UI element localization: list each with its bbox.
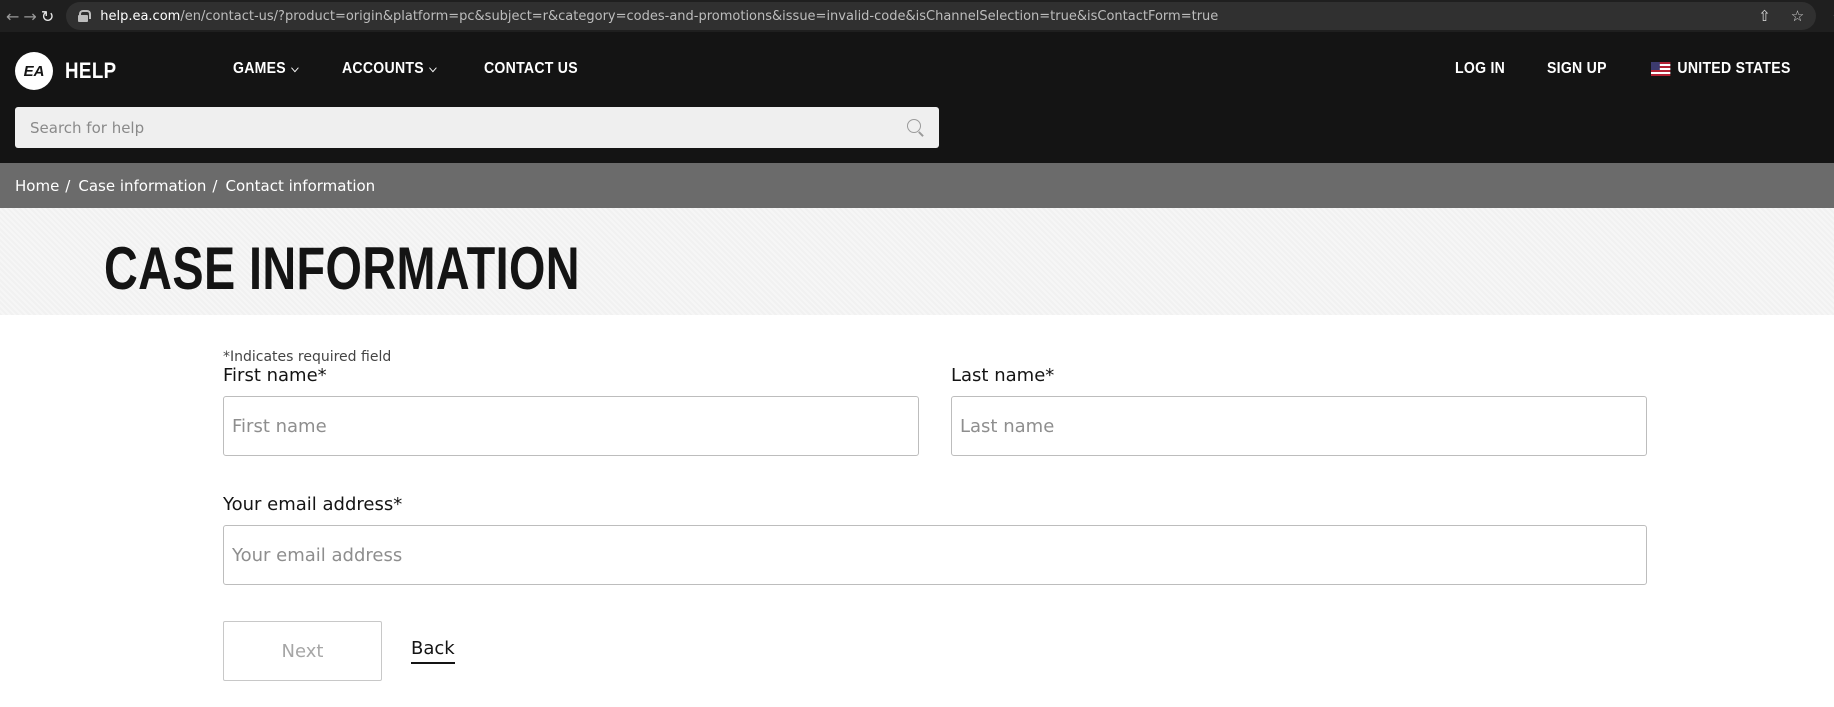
- first-name-group: First name*: [223, 365, 919, 456]
- chevron-down-icon: ⌵: [429, 62, 437, 75]
- breadcrumb: Home / Case information / Contact inform…: [0, 163, 1834, 208]
- forward-arrow-icon[interactable]: →: [23, 5, 36, 27]
- search-icon[interactable]: [907, 119, 924, 136]
- email-label: Your email address*: [223, 494, 403, 515]
- browser-toolbar: ← → ↻ help.ea.com /en/contact-us/?produc…: [0, 0, 1834, 32]
- reload-icon[interactable]: ↻: [41, 5, 54, 27]
- first-name-label: First name*: [223, 365, 327, 386]
- breadcrumb-separator: /: [65, 176, 71, 195]
- region-selector[interactable]: UNITED STATES: [1651, 60, 1791, 78]
- main-nav: GAMES ⌵ ACCOUNTS ⌵ CONTACT US: [233, 60, 590, 78]
- last-name-label: Last name*: [951, 365, 1055, 386]
- first-name-field[interactable]: [223, 396, 919, 456]
- nav-accounts[interactable]: ACCOUNTS ⌵: [342, 60, 437, 78]
- us-flag-icon: [1651, 62, 1671, 76]
- bookmark-star-icon[interactable]: ☆: [1791, 7, 1804, 25]
- page-title: CASE INFORMATION: [104, 235, 580, 302]
- search-bar: [15, 107, 939, 148]
- nav-contact-us-label: CONTACT US: [483, 60, 578, 77]
- url-host: help.ea.com: [100, 8, 181, 24]
- nav-accounts-label: ACCOUNTS: [341, 60, 424, 77]
- email-field[interactable]: [223, 525, 1647, 585]
- share-icon[interactable]: ⇧: [1758, 7, 1771, 25]
- nav-contact-us[interactable]: CONTACT US: [484, 60, 578, 78]
- search-input[interactable]: [30, 118, 907, 137]
- login-link[interactable]: LOG IN: [1455, 60, 1505, 78]
- next-button[interactable]: Next: [223, 621, 382, 681]
- ea-logo-icon: EA: [15, 52, 53, 90]
- region-label: UNITED STATES: [1677, 60, 1791, 77]
- last-name-field[interactable]: [951, 396, 1647, 456]
- breadcrumb-case-information[interactable]: Case information: [78, 177, 206, 195]
- address-bar[interactable]: help.ea.com /en/contact-us/?product=orig…: [66, 2, 1817, 30]
- signup-link[interactable]: SIGN UP: [1547, 60, 1607, 78]
- ea-help-logo[interactable]: EA HELP: [15, 52, 126, 90]
- breadcrumb-home[interactable]: Home: [15, 177, 59, 195]
- back-link[interactable]: Back: [411, 638, 455, 664]
- brand-text: HELP: [65, 58, 117, 83]
- url-path: /en/contact-us/?product=origin&platform=…: [180, 8, 1219, 24]
- lock-icon: [78, 10, 92, 22]
- title-band: CASE INFORMATION: [0, 208, 1834, 315]
- account-nav: LOG IN SIGN UP UNITED STATES: [1455, 60, 1810, 78]
- form-actions: Next Back: [223, 621, 1647, 681]
- contact-form: *Indicates required field First name* La…: [223, 349, 1647, 681]
- name-row: First name* Last name*: [223, 365, 1647, 456]
- required-field-note: *Indicates required field: [223, 349, 392, 365]
- chevron-down-icon: ⌵: [291, 62, 299, 75]
- nav-games[interactable]: GAMES ⌵: [233, 60, 299, 78]
- last-name-group: Last name*: [951, 365, 1647, 456]
- site-header: EA HELP GAMES ⌵ ACCOUNTS ⌵ CONTACT US LO…: [0, 32, 1834, 163]
- email-group: Your email address*: [223, 494, 1647, 585]
- nav-games-label: GAMES: [233, 60, 286, 77]
- back-arrow-icon[interactable]: ←: [6, 5, 19, 27]
- breadcrumb-separator: /: [212, 176, 218, 195]
- breadcrumb-contact-information: Contact information: [225, 176, 376, 195]
